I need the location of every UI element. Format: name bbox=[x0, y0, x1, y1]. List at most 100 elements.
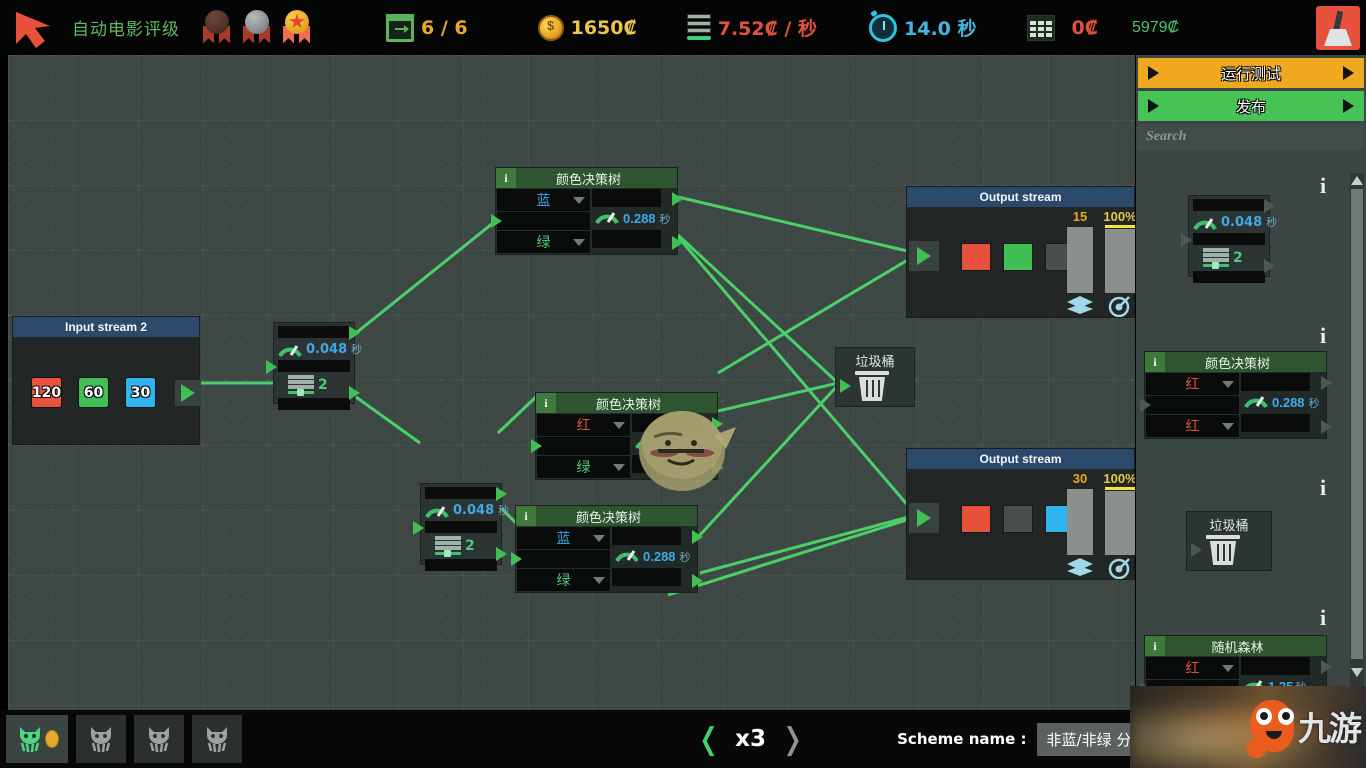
back-arrow-icon[interactable] bbox=[12, 8, 54, 48]
delay-node-1[interactable]: 0.048 秒 2 bbox=[266, 322, 362, 410]
info-icon[interactable]: i bbox=[496, 168, 516, 188]
decision-tree-2-bottom-select[interactable]: 绿 bbox=[537, 456, 630, 478]
delay-node-2[interactable]: 0.048 秒 2 bbox=[413, 483, 509, 571]
count-bar bbox=[1067, 489, 1093, 555]
search-placeholder: Search bbox=[1146, 129, 1187, 144]
sidebar-scrollbar[interactable] bbox=[1350, 173, 1364, 708]
output-stream-2[interactable]: Output stream 30 100% bbox=[906, 448, 1135, 580]
delay-1-output-bottom[interactable] bbox=[349, 386, 360, 400]
delay-time-2: 0.048 bbox=[453, 502, 495, 518]
scrollbar-thumb[interactable] bbox=[1351, 189, 1363, 659]
info-icon[interactable]: i bbox=[1320, 323, 1326, 349]
broom-icon[interactable] bbox=[1316, 6, 1360, 50]
input-stream-node[interactable]: Input stream 2 120 60 30 bbox=[12, 316, 201, 445]
info-icon[interactable]: i bbox=[1145, 636, 1165, 656]
scroll-up-icon[interactable] bbox=[1351, 176, 1363, 185]
swatch-empty bbox=[1003, 505, 1033, 533]
chevron-down-icon bbox=[1222, 423, 1234, 430]
decision-tree-3-input-port[interactable] bbox=[511, 550, 610, 568]
decision-tree-3-bottom-select[interactable]: 绿 bbox=[517, 569, 610, 591]
time-stat: 14.0 秒 bbox=[869, 0, 977, 55]
decision-tree-2[interactable]: i 颜色决策树 红 绿 0.288 秒 bbox=[531, 392, 723, 480]
palette-trash-bin[interactable]: i 垃圾桶 bbox=[1138, 463, 1350, 613]
cat-slot-4[interactable] bbox=[192, 715, 242, 763]
decision-tree-2-output-bottom[interactable] bbox=[712, 461, 723, 475]
decision-tree-1-input-port[interactable] bbox=[491, 212, 590, 230]
scroll-down-icon[interactable] bbox=[1351, 668, 1363, 677]
percent-bar bbox=[1105, 229, 1135, 293]
palette-delay-node[interactable]: i 0.048 秒 2 bbox=[1138, 173, 1350, 323]
decision-tree-3[interactable]: i 颜色决策树 蓝 绿 0.288 秒 bbox=[511, 505, 703, 593]
decision-tree-2-input-port[interactable] bbox=[531, 437, 630, 455]
count-bar bbox=[1067, 227, 1093, 293]
palette-forest-top-select[interactable]: 红 bbox=[1146, 657, 1239, 679]
node-graph-canvas[interactable]: Input stream 2 120 60 30 0.048 秒 2 0.048… bbox=[8, 55, 1135, 710]
cat-slot-1[interactable] bbox=[6, 715, 68, 763]
delay-2-output-bottom[interactable] bbox=[496, 547, 507, 561]
stack-slider-icon bbox=[288, 375, 314, 396]
decision-tree-1-output-bottom[interactable] bbox=[672, 236, 683, 250]
stack-slider-icon bbox=[1203, 248, 1229, 269]
info-icon[interactable]: i bbox=[1320, 605, 1326, 631]
silver-medal bbox=[240, 8, 274, 48]
decision-tree-1-bottom-select[interactable]: 绿 bbox=[497, 231, 590, 253]
cat-slot-2[interactable] bbox=[76, 715, 126, 763]
decision-tree-1-top-select[interactable]: 蓝 bbox=[497, 189, 590, 211]
decision-tree-3-output-top[interactable] bbox=[692, 530, 703, 544]
decision-tree-2-top-select[interactable]: 红 bbox=[537, 414, 630, 436]
output-stream-2-input-port[interactable] bbox=[909, 503, 939, 533]
decision-tree-3-output-bottom[interactable] bbox=[692, 574, 703, 588]
decision-tree-3-unit: 秒 bbox=[679, 551, 691, 564]
delay-2-output-top[interactable] bbox=[496, 487, 507, 501]
info-icon[interactable]: i bbox=[1145, 352, 1165, 372]
decision-tree-1-output-top[interactable] bbox=[672, 192, 683, 206]
info-icon[interactable]: i bbox=[1320, 475, 1326, 501]
trash-node[interactable]: 垃圾桶 bbox=[835, 347, 915, 407]
palette-color-decision-tree[interactable]: i i 颜色决策树 红 红 0.288 秒 bbox=[1138, 323, 1350, 463]
decision-tree-2-unit: 秒 bbox=[699, 438, 711, 451]
chevron-left-icon[interactable]: ❬ bbox=[696, 722, 721, 757]
palette-delay-output-bottom bbox=[1264, 259, 1275, 273]
palette-dtree-top-select[interactable]: 红 bbox=[1146, 373, 1239, 395]
node-palette[interactable]: i 0.048 秒 2 i i 颜色决策树 红 红 0.288 秒 i 垃圾桶 … bbox=[1138, 173, 1350, 708]
delay-2-input-port[interactable] bbox=[413, 521, 424, 535]
info-icon[interactable]: i bbox=[516, 506, 536, 526]
layers-icon bbox=[1065, 295, 1095, 320]
palette-delay-unit: 秒 bbox=[1266, 216, 1278, 229]
output-stream-1-count: 15 bbox=[1072, 209, 1088, 224]
decision-tree-1[interactable]: i 颜色决策树 蓝 绿 0.288 秒 bbox=[491, 167, 683, 255]
play-right-icon bbox=[1342, 99, 1354, 113]
decision-tree-3-top-select[interactable]: 蓝 bbox=[517, 527, 610, 549]
game-window: 自动电影评级 6 / 6 1650₡ 7.52₡ / 秒 bbox=[0, 0, 1366, 768]
delay-1-output-top[interactable] bbox=[349, 326, 360, 340]
info-icon[interactable]: i bbox=[536, 393, 556, 413]
palette-trash-input-port bbox=[1191, 543, 1202, 557]
site-watermark: 九游 bbox=[1130, 686, 1366, 768]
chevron-down-icon bbox=[573, 197, 585, 204]
output-stream-1[interactable]: Output stream 15 100% bbox=[906, 186, 1135, 318]
output-stream-1-percent: 100% bbox=[1103, 209, 1135, 224]
decision-tree-1-title: 颜色决策树 bbox=[555, 172, 621, 188]
watermark-text: 九游 bbox=[1298, 709, 1362, 748]
run-test-button[interactable]: 运行测试 bbox=[1138, 58, 1364, 88]
delay-1-input-port[interactable] bbox=[266, 360, 277, 374]
right-sidebar: 运行测试 发布 Search i 0.048 秒 2 i i 颜色决策树 红 红… bbox=[1136, 55, 1366, 710]
search-input[interactable]: Search bbox=[1138, 124, 1364, 150]
input-stream-output-port[interactable] bbox=[175, 380, 201, 406]
decision-tree-2-output-top[interactable] bbox=[712, 417, 723, 431]
publish-button[interactable]: 发布 bbox=[1138, 91, 1364, 121]
cat-slot-3[interactable] bbox=[134, 715, 184, 763]
chevron-down-icon bbox=[573, 239, 585, 246]
income-rate-value: 7.52₡ / 秒 bbox=[717, 18, 817, 40]
medal-group bbox=[200, 8, 314, 48]
gauge-icon bbox=[425, 502, 449, 519]
info-icon[interactable]: i bbox=[1320, 173, 1326, 199]
palette-delay-output-top bbox=[1264, 199, 1275, 213]
output-stream-1-input-port[interactable] bbox=[909, 241, 939, 271]
trash-input-port[interactable] bbox=[840, 379, 851, 393]
cost-value: 0₡ bbox=[1071, 16, 1098, 39]
play-right-icon bbox=[1342, 66, 1354, 80]
chevron-right-icon[interactable]: ❭ bbox=[780, 722, 805, 757]
chip-120: 120 bbox=[31, 377, 62, 408]
palette-dtree-bottom-select[interactable]: 红 bbox=[1146, 415, 1239, 437]
